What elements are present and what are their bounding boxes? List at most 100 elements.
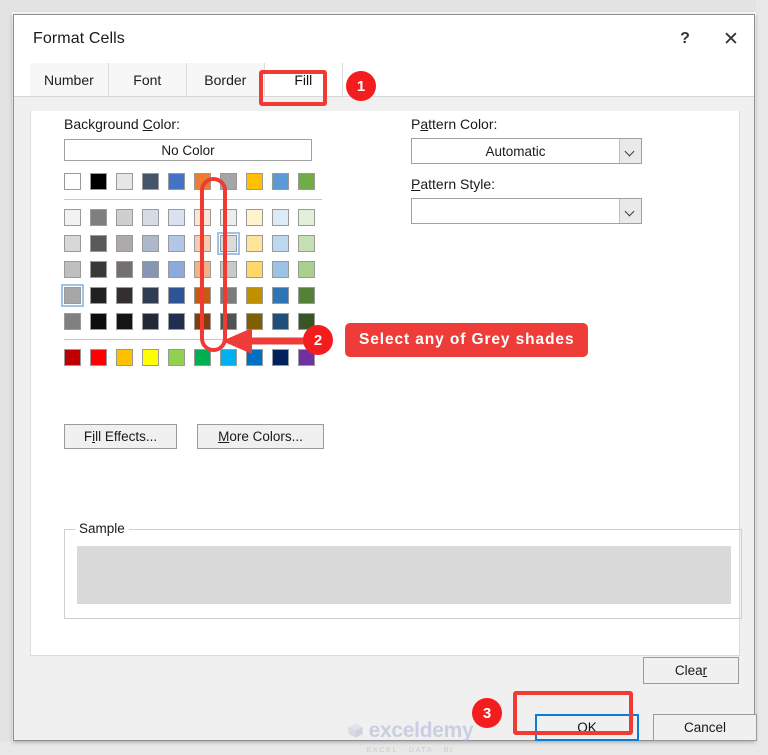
pattern-color-dropdown[interactable]: Automatic — [411, 138, 642, 164]
sample-groupbox: Sample — [64, 521, 742, 619]
dialog-titlebar: Format Cells ? ✕ — [14, 15, 754, 63]
color-swatch[interactable] — [90, 235, 107, 252]
color-swatch[interactable] — [194, 209, 211, 226]
color-swatch[interactable] — [116, 313, 133, 330]
background-color-palette[interactable] — [61, 173, 332, 375]
color-swatch[interactable] — [116, 261, 133, 278]
color-swatch[interactable] — [220, 209, 237, 226]
color-swatch[interactable] — [298, 173, 315, 190]
color-swatch[interactable] — [272, 313, 289, 330]
color-swatch[interactable] — [116, 287, 133, 304]
palette-row-standard-bottom — [64, 349, 332, 366]
color-swatch[interactable] — [298, 235, 315, 252]
color-swatch[interactable] — [220, 349, 237, 366]
color-swatch[interactable] — [168, 349, 185, 366]
color-swatch[interactable] — [194, 287, 211, 304]
color-swatch[interactable] — [168, 173, 185, 190]
more-colors-button[interactable]: More Colors... — [197, 424, 324, 449]
color-swatch[interactable] — [64, 209, 81, 226]
color-swatch[interactable] — [272, 287, 289, 304]
color-swatch[interactable] — [217, 232, 240, 255]
color-swatch[interactable] — [298, 287, 315, 304]
no-color-button[interactable]: No Color — [64, 139, 312, 161]
color-swatch[interactable] — [90, 287, 107, 304]
color-swatch[interactable] — [272, 349, 289, 366]
color-swatch[interactable] — [194, 313, 211, 330]
color-swatch[interactable] — [246, 349, 263, 366]
color-swatch[interactable] — [246, 261, 263, 278]
color-swatch[interactable] — [61, 284, 84, 307]
color-swatch[interactable] — [194, 349, 211, 366]
color-swatch[interactable] — [64, 349, 81, 366]
color-swatch[interactable] — [168, 235, 185, 252]
color-swatch[interactable] — [220, 173, 237, 190]
palette-row-theme — [64, 313, 332, 330]
color-swatch[interactable] — [64, 313, 81, 330]
color-swatch[interactable] — [168, 261, 185, 278]
palette-row-theme — [64, 209, 332, 226]
pattern-style-dropdown[interactable] — [411, 198, 642, 224]
color-swatch[interactable] — [142, 287, 159, 304]
color-swatch[interactable] — [90, 349, 107, 366]
page-margin-top — [0, 0, 768, 12]
color-swatch[interactable] — [142, 173, 159, 190]
color-swatch[interactable] — [194, 261, 211, 278]
color-swatch[interactable] — [272, 173, 289, 190]
chevron-down-icon[interactable] — [619, 199, 641, 223]
color-swatch[interactable] — [142, 349, 159, 366]
close-icon[interactable]: ✕ — [708, 15, 754, 63]
clear-button[interactable]: Clea r — [643, 657, 739, 684]
palette-row-theme — [61, 284, 332, 307]
color-swatch[interactable] — [64, 173, 81, 190]
chevron-down-icon[interactable] — [619, 139, 641, 163]
color-swatch[interactable] — [272, 209, 289, 226]
color-swatch[interactable] — [168, 313, 185, 330]
color-swatch[interactable] — [142, 209, 159, 226]
color-swatch[interactable] — [194, 235, 211, 252]
color-swatch[interactable] — [298, 209, 315, 226]
color-swatch[interactable] — [168, 287, 185, 304]
annotation-badge-2: 2 — [303, 325, 333, 355]
color-swatch[interactable] — [246, 287, 263, 304]
color-swatch[interactable] — [142, 313, 159, 330]
cube-logo-icon — [348, 723, 363, 738]
color-swatch[interactable] — [116, 209, 133, 226]
palette-row-standard-top — [64, 173, 332, 190]
color-swatch[interactable] — [298, 261, 315, 278]
color-swatch[interactable] — [116, 173, 133, 190]
help-icon[interactable]: ? — [662, 15, 708, 63]
page-margin-left — [0, 0, 12, 755]
cancel-button[interactable]: Cancel — [653, 714, 757, 741]
tab-number[interactable]: Number — [30, 63, 109, 96]
color-swatch[interactable] — [246, 235, 263, 252]
color-swatch[interactable] — [116, 349, 133, 366]
annotation-callout-grey-shades: Select any of Grey shades — [345, 323, 589, 357]
tab-border[interactable]: Border — [186, 63, 265, 96]
tab-fill[interactable]: Fill — [264, 63, 343, 96]
color-swatch[interactable] — [142, 235, 159, 252]
color-swatch[interactable] — [90, 261, 107, 278]
color-swatch[interactable] — [272, 235, 289, 252]
color-swatch[interactable] — [194, 173, 211, 190]
color-swatch[interactable] — [246, 173, 263, 190]
color-swatch[interactable] — [90, 209, 107, 226]
color-swatch[interactable] — [90, 173, 107, 190]
color-swatch[interactable] — [246, 313, 263, 330]
pattern-style-label: Pattern Style: — [411, 176, 496, 192]
color-swatch[interactable] — [220, 287, 237, 304]
color-swatch[interactable] — [142, 261, 159, 278]
color-swatch[interactable] — [64, 235, 81, 252]
fill-effects-button[interactable]: Fi ll Effects... — [64, 424, 177, 449]
ok-button[interactable]: OK — [535, 714, 639, 741]
dialog-title: Format Cells — [33, 30, 125, 47]
color-swatch[interactable] — [220, 313, 237, 330]
tab-font[interactable]: Font — [108, 63, 187, 96]
color-swatch[interactable] — [272, 261, 289, 278]
color-swatch[interactable] — [220, 261, 237, 278]
color-swatch[interactable] — [90, 313, 107, 330]
color-swatch[interactable] — [246, 209, 263, 226]
color-swatch[interactable] — [168, 209, 185, 226]
color-swatch[interactable] — [64, 261, 81, 278]
color-swatch[interactable] — [116, 235, 133, 252]
palette-separator — [64, 339, 322, 340]
